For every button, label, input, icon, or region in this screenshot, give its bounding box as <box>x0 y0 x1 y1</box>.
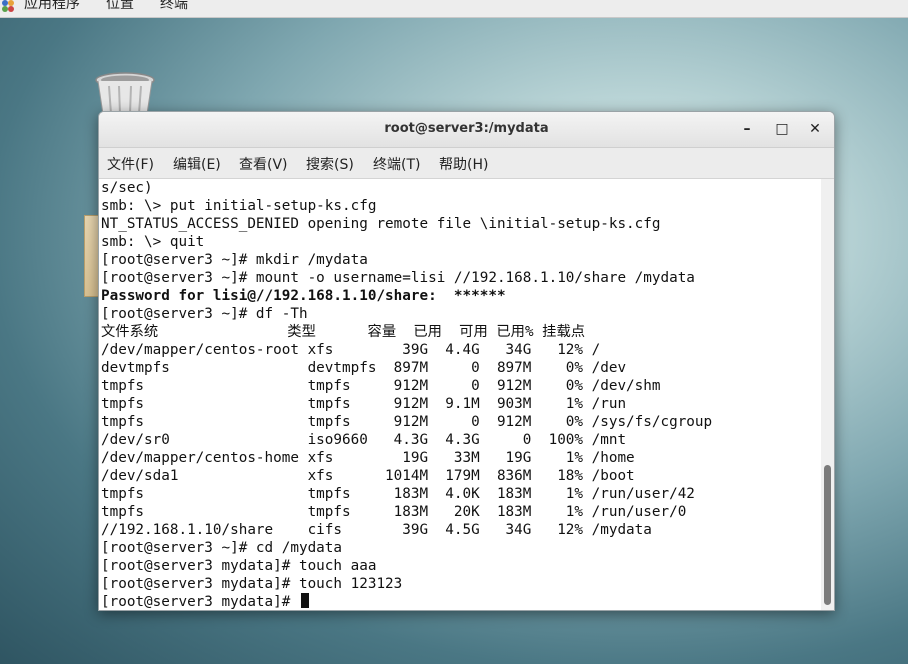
menu-file[interactable]: 文件(F) <box>107 154 154 174</box>
terminal-line: tmpfs tmpfs 183M 20K 183M 1% /run/user/0 <box>101 504 687 520</box>
terminal-line: s/sec) <box>101 180 153 196</box>
terminal-line: //192.168.1.10/share cifs 39G 4.5G 34G 1… <box>101 522 652 538</box>
close-button[interactable]: ✕ <box>806 120 824 138</box>
window-titlebar[interactable]: root@server3:/mydata – □ ✕ <box>99 112 834 148</box>
terminal-line: /dev/sr0 iso9660 4.3G 4.3G 0 100% /mnt <box>101 432 627 448</box>
terminal-cursor <box>300 593 309 608</box>
trash-icon[interactable] <box>95 72 155 114</box>
terminal-line: NT_STATUS_ACCESS_DENIED opening remote f… <box>101 216 661 232</box>
terminal-window: root@server3:/mydata – □ ✕ 文件(F) 编辑(E) 查… <box>98 111 835 611</box>
terminal-line: [root@server3 mydata]# touch aaa <box>101 558 377 574</box>
apps-menu-icon[interactable] <box>0 0 16 14</box>
terminal-line: tmpfs tmpfs 912M 0 912M 0% /sys/fs/cgrou… <box>101 414 713 430</box>
menu-edit[interactable]: 编辑(E) <box>173 154 221 174</box>
terminal-line: 文件系统 类型 容量 已用 可用 已用% 挂载点 <box>101 324 586 340</box>
terminal-line: smb: \> quit <box>101 234 205 250</box>
menu-help[interactable]: 帮助(H) <box>439 154 488 174</box>
menu-search[interactable]: 搜索(S) <box>306 154 354 174</box>
terminal-line: tmpfs tmpfs 912M 9.1M 903M 1% /run <box>101 396 627 412</box>
terminal-app-menu[interactable]: 终端 <box>160 0 188 12</box>
terminal-line: [root@server3 ~]# mount -o username=lisi… <box>101 270 695 286</box>
top-panel: 应用程序 位置 终端 <box>0 0 908 18</box>
scrollbar[interactable] <box>821 179 834 610</box>
maximize-button[interactable]: □ <box>773 120 791 138</box>
terminal-line: [root@server3 ~]# mkdir /mydata <box>101 252 368 268</box>
terminal-line: Password for lisi@//192.168.1.10/share: … <box>101 288 506 304</box>
terminal-prompt-line: [root@server3 mydata]# <box>101 593 309 610</box>
terminal-line: /dev/mapper/centos-home xfs 19G 33M 19G … <box>101 450 635 466</box>
terminal-output[interactable]: s/sec) smb: \> put initial-setup-ks.cfg … <box>99 179 821 610</box>
terminal-prompt: [root@server3 mydata]# <box>101 594 299 610</box>
terminal-line: /dev/sda1 xfs 1014M 179M 836M 18% /boot <box>101 468 635 484</box>
menu-view[interactable]: 查看(V) <box>239 154 288 174</box>
terminal-line: smb: \> put initial-setup-ks.cfg <box>101 198 377 214</box>
terminal-line: /dev/mapper/centos-root xfs 39G 4.4G 34G… <box>101 342 601 358</box>
terminal-line: tmpfs tmpfs 183M 4.0K 183M 1% /run/user/… <box>101 486 695 502</box>
places-menu[interactable]: 位置 <box>106 0 134 12</box>
menu-terminal[interactable]: 终端(T) <box>373 154 420 174</box>
terminal-line: tmpfs tmpfs 912M 0 912M 0% /dev/shm <box>101 378 661 394</box>
menubar: 文件(F) 编辑(E) 查看(V) 搜索(S) 终端(T) 帮助(H) <box>99 148 834 179</box>
window-title: root@server3:/mydata <box>384 121 549 136</box>
terminal-line: devtmpfs devtmpfs 897M 0 897M 0% /dev <box>101 360 627 376</box>
terminal-line: [root@server3 ~]# cd /mydata <box>101 540 343 556</box>
scrollbar-thumb[interactable] <box>824 465 831 605</box>
minimize-button[interactable]: – <box>738 120 756 138</box>
terminal-line: [root@server3 mydata]# touch 123123 <box>101 576 403 592</box>
applications-menu[interactable]: 应用程序 <box>24 0 80 12</box>
terminal-line: [root@server3 ~]# df -Th <box>101 306 308 322</box>
